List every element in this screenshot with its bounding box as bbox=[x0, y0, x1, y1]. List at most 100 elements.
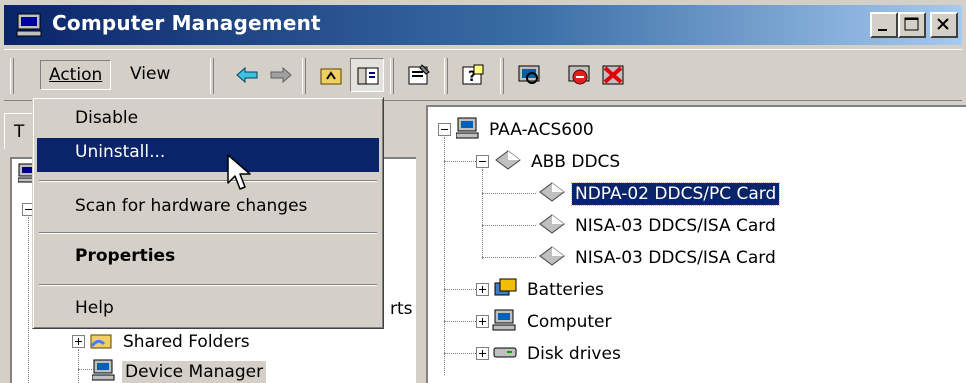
close-icon bbox=[937, 18, 949, 30]
menu-item-help[interactable]: Help bbox=[37, 294, 379, 328]
help-button[interactable]: ? bbox=[456, 58, 490, 92]
tree-item-label-truncated: rts bbox=[390, 299, 413, 319]
tree-category-computer-label: Computer bbox=[527, 312, 612, 332]
tree-group-label: ABB DDCS bbox=[531, 152, 621, 172]
tree-line bbox=[78, 349, 79, 383]
help-icon: ? bbox=[462, 64, 484, 85]
tree-device-nisa-03-a[interactable]: NISA-03 DDCS/ISA Card bbox=[538, 211, 779, 241]
tree-item-device-manager[interactable]: Device Manager bbox=[91, 357, 267, 383]
shared-folders-expander[interactable] bbox=[72, 335, 85, 348]
shared-folder-icon bbox=[90, 330, 114, 355]
maximize-icon bbox=[904, 17, 919, 31]
group-expander[interactable] bbox=[476, 155, 489, 168]
tree-device-ndpa-02[interactable]: NDPA-02 DDCS/PC Card bbox=[538, 179, 781, 209]
title-bar[interactable]: Computer Management bbox=[4, 5, 962, 45]
tree-line bbox=[28, 217, 29, 383]
tree-line bbox=[444, 137, 445, 375]
disk-drives-expander[interactable] bbox=[476, 347, 489, 360]
tree-line bbox=[482, 169, 483, 259]
tree-root-computer[interactable]: PAA-ACS600 bbox=[455, 115, 597, 145]
tree-device-ndpa-02-label: NDPA-02 DDCS/PC Card bbox=[570, 182, 781, 206]
menu-item-scan-hardware[interactable]: Scan for hardware changes bbox=[37, 192, 379, 226]
menu-item-uninstall[interactable]: Uninstall... bbox=[37, 138, 379, 172]
tree-line bbox=[482, 257, 536, 258]
menu-separator bbox=[39, 180, 377, 182]
menu-item-help-label: Help bbox=[75, 298, 114, 318]
action-dropdown-menu: Disable Uninstall... Scan for hardware c… bbox=[32, 97, 384, 329]
device-diamond-icon bbox=[538, 245, 566, 272]
window-title: Computer Management bbox=[52, 11, 321, 35]
tree-category-disk-drives[interactable]: Disk drives bbox=[492, 339, 624, 369]
back-icon bbox=[236, 66, 258, 84]
tree-device-nisa-03-b-label: NISA-03 DDCS/ISA Card bbox=[575, 248, 776, 268]
tree-line bbox=[444, 321, 476, 322]
menu-separator bbox=[39, 232, 377, 234]
computer-management-window: Computer Management Action View ? T rts … bbox=[0, 0, 966, 383]
tree-device-nisa-03-b[interactable]: NISA-03 DDCS/ISA Card bbox=[538, 243, 779, 273]
computer-management-icon bbox=[16, 12, 42, 38]
disable-device-icon bbox=[568, 65, 590, 85]
forward-icon bbox=[270, 66, 292, 84]
device-diamond-icon bbox=[538, 181, 566, 208]
tree-device-nisa-03-a-label: NISA-03 DDCS/ISA Card bbox=[575, 216, 776, 236]
menu-toolbar-band: Action View ? bbox=[4, 49, 962, 101]
tree-line bbox=[444, 353, 476, 354]
tree-tab-label: T bbox=[14, 122, 25, 142]
root-expander[interactable] bbox=[438, 123, 451, 136]
tree-item-shared-folders[interactable]: Shared Folders bbox=[90, 327, 253, 357]
back-button[interactable] bbox=[230, 58, 264, 92]
batteries-expander[interactable] bbox=[476, 283, 489, 296]
tree-item-device-manager-label: Device Manager bbox=[122, 361, 267, 383]
tree-line bbox=[482, 193, 536, 194]
forward-button[interactable] bbox=[264, 58, 298, 92]
menu-item-properties[interactable]: Properties bbox=[37, 242, 379, 276]
disk-drive-icon bbox=[492, 341, 518, 368]
toolbar-separator-4 bbox=[500, 58, 504, 94]
menu-item-properties-label: Properties bbox=[75, 246, 176, 266]
properties-button[interactable] bbox=[402, 58, 436, 92]
device-tree-pane[interactable]: PAA-ACS600 ABB DDCS NDPA-02 DDCS/PC Card… bbox=[426, 105, 966, 383]
tree-root-label: PAA-ACS600 bbox=[489, 120, 594, 140]
show-hide-tree-icon bbox=[357, 67, 379, 85]
close-button[interactable] bbox=[930, 12, 958, 38]
menu-action-label: Action bbox=[49, 65, 103, 85]
menu-item-uninstall-label: Uninstall... bbox=[75, 142, 166, 162]
toolbar-grip[interactable] bbox=[10, 58, 14, 94]
battery-icon bbox=[492, 277, 518, 304]
menu-view[interactable]: View bbox=[122, 60, 178, 90]
tree-group-abb-ddcs[interactable]: ABB DDCS bbox=[494, 147, 623, 177]
minimize-icon bbox=[878, 29, 887, 31]
mouse-pointer-icon bbox=[227, 154, 251, 190]
tree-item-shared-folders-label: Shared Folders bbox=[123, 332, 250, 352]
tree-line bbox=[78, 369, 92, 370]
computer-icon bbox=[492, 309, 518, 336]
up-one-level-button[interactable] bbox=[314, 58, 348, 92]
toolbar-grip-2[interactable] bbox=[210, 58, 214, 94]
device-manager-icon bbox=[91, 359, 116, 383]
menu-separator bbox=[39, 284, 377, 286]
tree-category-disk-drives-label: Disk drives bbox=[527, 344, 621, 364]
menu-action[interactable]: Action bbox=[40, 60, 112, 90]
minimize-button[interactable] bbox=[870, 12, 898, 38]
uninstall-device-icon bbox=[602, 65, 624, 85]
disable-device-button[interactable] bbox=[562, 58, 596, 92]
uninstall-device-button[interactable] bbox=[596, 58, 630, 92]
tree-line bbox=[482, 225, 536, 226]
tree-category-computer[interactable]: Computer bbox=[492, 307, 615, 337]
scan-hardware-button[interactable] bbox=[512, 58, 546, 92]
tree-category-batteries[interactable]: Batteries bbox=[492, 275, 607, 305]
show-hide-tree-button[interactable] bbox=[350, 58, 384, 92]
toolbar-separator bbox=[302, 58, 306, 94]
computer-category-expander[interactable] bbox=[476, 315, 489, 328]
tree-line bbox=[444, 161, 476, 162]
device-diamond-icon bbox=[538, 213, 566, 240]
maximize-button[interactable] bbox=[898, 12, 926, 38]
menu-item-scan-hardware-label: Scan for hardware changes bbox=[75, 196, 308, 216]
menu-item-disable[interactable]: Disable bbox=[37, 104, 379, 138]
device-diamond-icon bbox=[494, 149, 522, 176]
toolbar-separator-3 bbox=[444, 58, 448, 94]
menu-view-label: View bbox=[130, 64, 171, 84]
scan-hardware-icon bbox=[518, 65, 540, 84]
menu-item-disable-label: Disable bbox=[75, 108, 139, 128]
computer-icon bbox=[455, 117, 480, 144]
